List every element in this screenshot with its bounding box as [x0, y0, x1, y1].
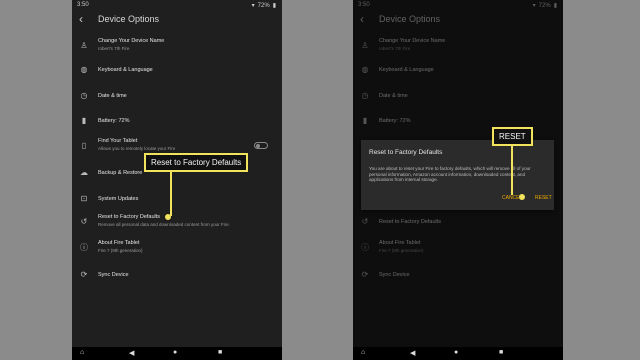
globe-icon: ◍	[80, 65, 88, 74]
cloud-icon: ☁	[80, 168, 88, 177]
tablet-screen-left: 3:50 ▾ 72% ▮ ‹ Device Options ♙ Change Y…	[72, 0, 282, 360]
home-circle-icon[interactable]: ●	[454, 349, 458, 356]
info-icon: ⓘ	[80, 243, 88, 252]
settings-item-sync[interactable]: ⟳ Sync Device	[72, 263, 282, 287]
home-icon[interactable]: ⌂	[80, 349, 84, 356]
item-label: Backup & Restore	[98, 170, 143, 176]
item-label: Date & time	[98, 93, 127, 99]
battery-icon: ▮	[81, 116, 87, 125]
dialog-title: Reset to Factory Defaults	[369, 149, 443, 156]
item-sub: Allows you to remotely locate your Fire	[98, 146, 176, 151]
nav-bar: ⌂ ◀ ● ■	[353, 347, 563, 360]
settings-item-device-name[interactable]: ♙ Change Your Device Name robert's 7th F…	[72, 34, 282, 58]
item-sub: robert's 7th Fire	[98, 46, 130, 51]
phone-icon: ▯	[81, 141, 87, 150]
tablet-screen-right: 3:50 ▾ 72% ▮ ‹ Device Options ♙ Change Y…	[353, 0, 563, 360]
reset-dialog: Reset to Factory Defaults You are about …	[361, 140, 554, 210]
item-label: Sync Device	[98, 272, 129, 278]
home-icon[interactable]: ⌂	[361, 349, 365, 356]
callout-line	[511, 146, 513, 195]
callout-reset-button: RESET	[492, 127, 533, 146]
dialog-body: You are about to reset your Fire to fact…	[369, 166, 531, 182]
item-label: Change Your Device Name	[98, 38, 165, 44]
battery-icon: ▮	[272, 3, 276, 9]
callout-reset-label: Reset to Factory Defaults	[144, 153, 249, 172]
battery-percent: 72%	[257, 2, 270, 9]
item-sub: Fire 7 (9th generation)	[98, 248, 143, 253]
item-label: Keyboard & Language	[98, 67, 153, 73]
settings-item-updates[interactable]: ⊡ System Updates	[72, 187, 282, 211]
settings-item-reset[interactable]: ↺ Reset to Factory Defaults Remove all p…	[72, 210, 282, 234]
recents-icon[interactable]: ■	[499, 349, 503, 356]
callout-dot	[519, 194, 525, 200]
settings-item-battery[interactable]: ▮ Battery: 72%	[72, 109, 282, 133]
wifi-icon: ▾	[251, 3, 255, 9]
status-time: 3:50	[77, 2, 89, 8]
item-label: About Fire Tablet	[98, 240, 140, 246]
item-label: Battery: 72%	[98, 118, 130, 124]
settings-item-about[interactable]: ⓘ About Fire Tablet Fire 7 (9th generati…	[72, 236, 282, 260]
reset-icon: ↺	[80, 217, 88, 226]
reset-button[interactable]: RESET	[535, 195, 552, 201]
settings-item-date-time[interactable]: ◷ Date & time	[72, 84, 282, 108]
item-label: System Updates	[98, 196, 139, 202]
settings-item-keyboard[interactable]: ◍ Keyboard & Language	[72, 58, 282, 82]
sync-icon: ⟳	[80, 270, 88, 279]
recents-icon[interactable]: ■	[218, 349, 222, 356]
nav-bar: ⌂ ◀ ● ■	[72, 347, 282, 360]
back-arrow-icon[interactable]: ‹	[79, 12, 83, 26]
update-icon: ⊡	[80, 194, 88, 203]
header: ‹ Device Options	[72, 12, 282, 28]
home-circle-icon[interactable]: ●	[173, 349, 177, 356]
item-label: Find Your Tablet	[98, 138, 138, 144]
status-bar: 3:50 ▾ 72% ▮	[72, 0, 282, 10]
callout-line	[170, 172, 172, 216]
callout-dot	[165, 214, 171, 220]
item-sub: Remove all personal data and downloaded …	[98, 222, 230, 227]
clock-icon: ◷	[80, 91, 88, 100]
back-icon[interactable]: ◀	[410, 349, 415, 357]
page-title: Device Options	[98, 14, 160, 24]
find-tablet-toggle[interactable]	[254, 142, 268, 149]
person-icon: ♙	[80, 41, 88, 50]
item-label: Reset to Factory Defaults	[98, 214, 161, 220]
back-icon[interactable]: ◀	[129, 349, 134, 357]
